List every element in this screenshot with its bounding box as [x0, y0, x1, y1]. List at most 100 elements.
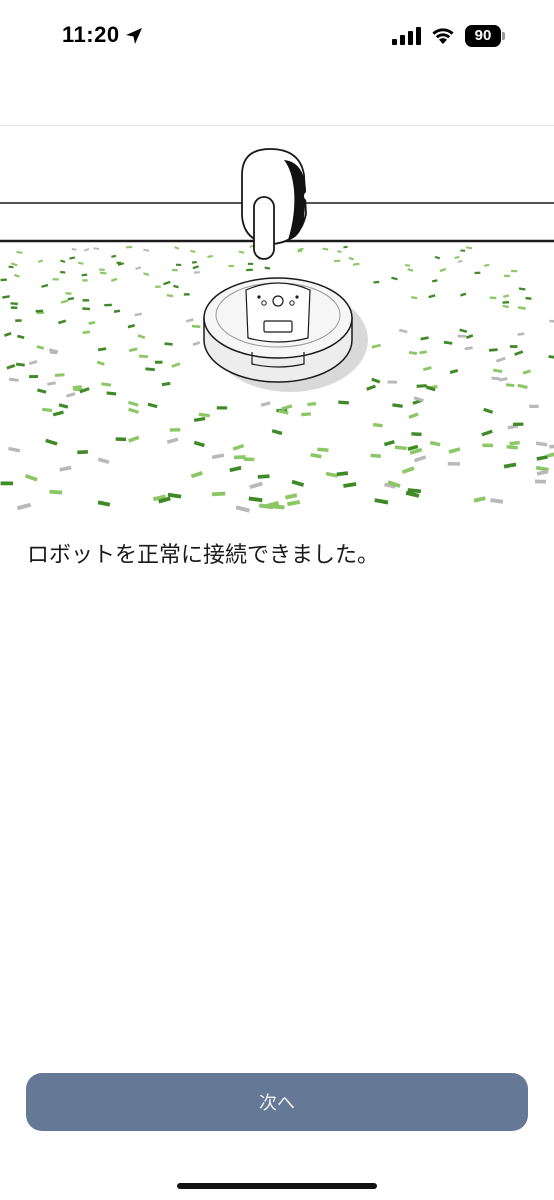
confetti-piece	[493, 368, 503, 373]
confetti-piece	[192, 341, 201, 347]
confetti-piece	[401, 466, 415, 474]
confetti-piece	[248, 496, 263, 503]
confetti-piece	[434, 255, 441, 260]
confetti-piece	[128, 407, 139, 414]
confetti-piece	[54, 373, 65, 377]
confetti-piece	[191, 324, 201, 329]
wifi-icon	[432, 28, 454, 44]
confetti-piece	[366, 384, 376, 391]
confetti-piece	[307, 402, 317, 407]
confetti-piece	[232, 443, 245, 451]
confetti-piece	[511, 269, 518, 273]
confetti-piece	[549, 319, 554, 323]
confetti-piece	[28, 359, 38, 366]
confetti-piece	[416, 384, 427, 388]
home-indicator[interactable]	[177, 1183, 377, 1189]
confetti-piece	[448, 447, 461, 454]
confetti-piece	[503, 462, 517, 469]
confetti-piece	[291, 479, 305, 487]
confetti-piece	[505, 383, 515, 387]
confetti-piece	[536, 455, 548, 461]
confetti-piece	[41, 283, 49, 288]
confetti-piece	[529, 404, 539, 408]
confetti-piece	[49, 489, 63, 495]
confetti-piece	[238, 250, 245, 254]
confetti-piece	[387, 380, 398, 384]
confetti-piece	[473, 496, 486, 503]
confetti-piece	[517, 306, 526, 310]
confetti-piece	[166, 293, 174, 298]
confetti-piece	[517, 383, 528, 389]
confetti-piece	[155, 285, 161, 288]
confetti-piece	[482, 443, 493, 448]
confetti-piece	[193, 440, 205, 448]
confetti-piece	[60, 299, 69, 304]
confetti-piece	[58, 319, 67, 325]
confetti-piece	[449, 369, 459, 374]
confetti-piece	[166, 437, 179, 444]
confetti-piece	[97, 500, 111, 507]
confetti-piece	[343, 245, 348, 249]
confetti-piece	[506, 444, 518, 450]
confetti-piece	[502, 294, 510, 298]
confetti-piece	[374, 498, 389, 505]
confetti-piece	[171, 362, 181, 368]
status-time: 11:20	[62, 22, 120, 47]
confetti-piece	[69, 256, 76, 260]
confetti-piece	[495, 356, 506, 363]
confetti-piece	[198, 412, 210, 418]
confetti-piece	[229, 465, 242, 473]
confetti-piece	[502, 301, 510, 304]
confetti-piece	[343, 482, 357, 488]
confetti-piece	[408, 350, 418, 355]
confetti-piece	[194, 271, 200, 274]
confetti-piece	[0, 481, 14, 486]
confetti-piece	[83, 248, 90, 252]
confetti-piece	[0, 278, 7, 282]
confetti-piece	[535, 441, 548, 447]
robot-vacuum-confetti-illustration	[0, 148, 554, 513]
confetti-piece	[110, 277, 118, 282]
confetti-piece	[504, 274, 511, 277]
confetti-piece	[16, 502, 32, 511]
confetti-piece	[322, 247, 329, 251]
confetti-piece	[99, 271, 107, 275]
confetti-piece	[525, 296, 532, 300]
confetti-piece	[4, 332, 12, 337]
confetti-piece	[93, 247, 100, 251]
confetti-piece	[249, 481, 263, 490]
confetti-piece	[191, 261, 197, 264]
confetti-piece	[457, 259, 463, 264]
confetti-piece	[464, 346, 473, 351]
confetti-piece	[207, 255, 213, 258]
confetti-piece	[372, 422, 383, 428]
confetti-piece	[17, 334, 25, 340]
confetti-piece	[271, 429, 283, 436]
confetti-piece	[465, 246, 473, 250]
confetti-piece	[233, 455, 246, 460]
confetti-piece	[67, 297, 75, 301]
confetti-piece	[489, 296, 497, 300]
confetti-piece	[423, 366, 432, 372]
confetti-piece	[193, 416, 206, 422]
confetti-piece	[383, 440, 395, 447]
confetti-piece	[408, 412, 419, 419]
confetti-piece	[481, 429, 493, 437]
confetti-piece	[15, 319, 22, 322]
cellular-signal-icon	[392, 27, 421, 45]
confetti-piece	[235, 505, 250, 513]
home-base-device	[241, 148, 310, 260]
confetti-piece	[460, 249, 466, 252]
confetti-piece	[115, 437, 127, 442]
confetti-piece	[336, 471, 349, 477]
confetti-piece	[260, 401, 271, 407]
confetti-piece	[317, 447, 329, 453]
confetti-piece	[42, 407, 53, 413]
confetti-piece	[405, 264, 411, 267]
robot-vacuum	[203, 277, 353, 383]
next-button[interactable]: 次へ	[26, 1073, 528, 1131]
confetti-piece	[264, 266, 271, 270]
confetti-piece	[491, 376, 501, 381]
confetti-piece	[522, 369, 532, 375]
confetti-piece	[128, 347, 138, 353]
